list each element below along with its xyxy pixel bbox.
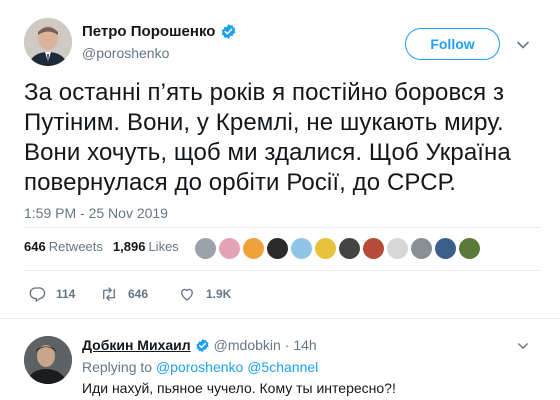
retweet-icon xyxy=(103,287,115,301)
tweet-timestamp[interactable]: 1:59 PM - 25 Nov 2019 xyxy=(24,205,168,221)
liker-avatar[interactable] xyxy=(339,238,360,259)
retweets-label: Retweets xyxy=(48,239,103,254)
liker-avatar[interactable] xyxy=(363,238,384,259)
liker-avatar[interactable] xyxy=(267,238,288,259)
likes-count: 1,896 xyxy=(112,239,146,254)
author-name[interactable]: Петро Порошенко xyxy=(82,23,237,40)
retweets-stat[interactable]: 646 Retweets xyxy=(24,239,103,254)
like-action[interactable]: 1.9K xyxy=(178,285,250,303)
liker-avatar[interactable] xyxy=(195,238,216,259)
liker-avatar[interactable] xyxy=(291,238,312,259)
replying-to-link-poroshenko[interactable]: @poroshenko xyxy=(156,359,243,375)
likes-stat[interactable]: 1,896 Likes xyxy=(113,239,179,254)
author-handle[interactable]: @poroshenko xyxy=(82,45,169,61)
reply-icon xyxy=(29,287,46,302)
retweets-count: 646 xyxy=(24,239,46,254)
liker-avatar[interactable] xyxy=(315,238,336,259)
tweet-stats: 646 Retweets 1,896 Likes xyxy=(24,239,179,254)
heart-icon xyxy=(181,288,193,301)
chevron-down-icon[interactable] xyxy=(516,38,530,52)
divider xyxy=(0,318,560,319)
author-avatar[interactable] xyxy=(24,18,72,66)
liker-avatar[interactable] xyxy=(411,238,432,259)
reply-text: Иди нахуй, пьяное чучело. Кому ты интере… xyxy=(82,380,396,396)
reply-author-name[interactable]: Добкин Михаил xyxy=(82,337,191,353)
liker-avatar[interactable] xyxy=(219,238,240,259)
tweet-text: За останні п’ять років я постійно боровс… xyxy=(24,79,511,196)
author-name-label[interactable]: Петро Порошенко xyxy=(82,23,215,40)
liker-avatar[interactable] xyxy=(387,238,408,259)
liker-avatar[interactable] xyxy=(243,238,264,259)
divider xyxy=(24,227,540,228)
author-avatar-image xyxy=(24,18,72,66)
chevron-down-icon[interactable] xyxy=(517,340,529,352)
replying-to: Replying to @poroshenko @5channel xyxy=(82,359,318,375)
retweet-count: 646 xyxy=(128,287,149,301)
retweet-action[interactable]: 646 xyxy=(100,285,178,303)
liker-avatars xyxy=(195,238,480,259)
like-count: 1.9K xyxy=(206,287,232,301)
reply-action[interactable]: 114 xyxy=(28,285,100,303)
divider xyxy=(24,270,540,271)
reply-author-avatar[interactable] xyxy=(24,336,72,384)
reply-avatar-image xyxy=(24,336,72,384)
reply-header: Добкин Михаил @mdobkin · 14h xyxy=(82,337,317,353)
liker-avatar[interactable] xyxy=(435,238,456,259)
tweet-actions: 114 646 1.9K xyxy=(28,285,250,303)
reply-age[interactable]: · 14h xyxy=(285,337,317,353)
likes-label: Likes xyxy=(148,239,179,254)
verified-badge-icon xyxy=(196,338,209,352)
replying-to-label: Replying to xyxy=(82,359,153,375)
liker-avatar[interactable] xyxy=(459,238,480,259)
reply-author-handle[interactable]: @mdobkin xyxy=(214,337,281,353)
reply-count: 114 xyxy=(56,287,76,301)
follow-button[interactable]: Follow xyxy=(405,28,500,60)
verified-badge-icon xyxy=(222,24,236,39)
replying-to-link-5channel[interactable]: @5channel xyxy=(247,359,318,375)
